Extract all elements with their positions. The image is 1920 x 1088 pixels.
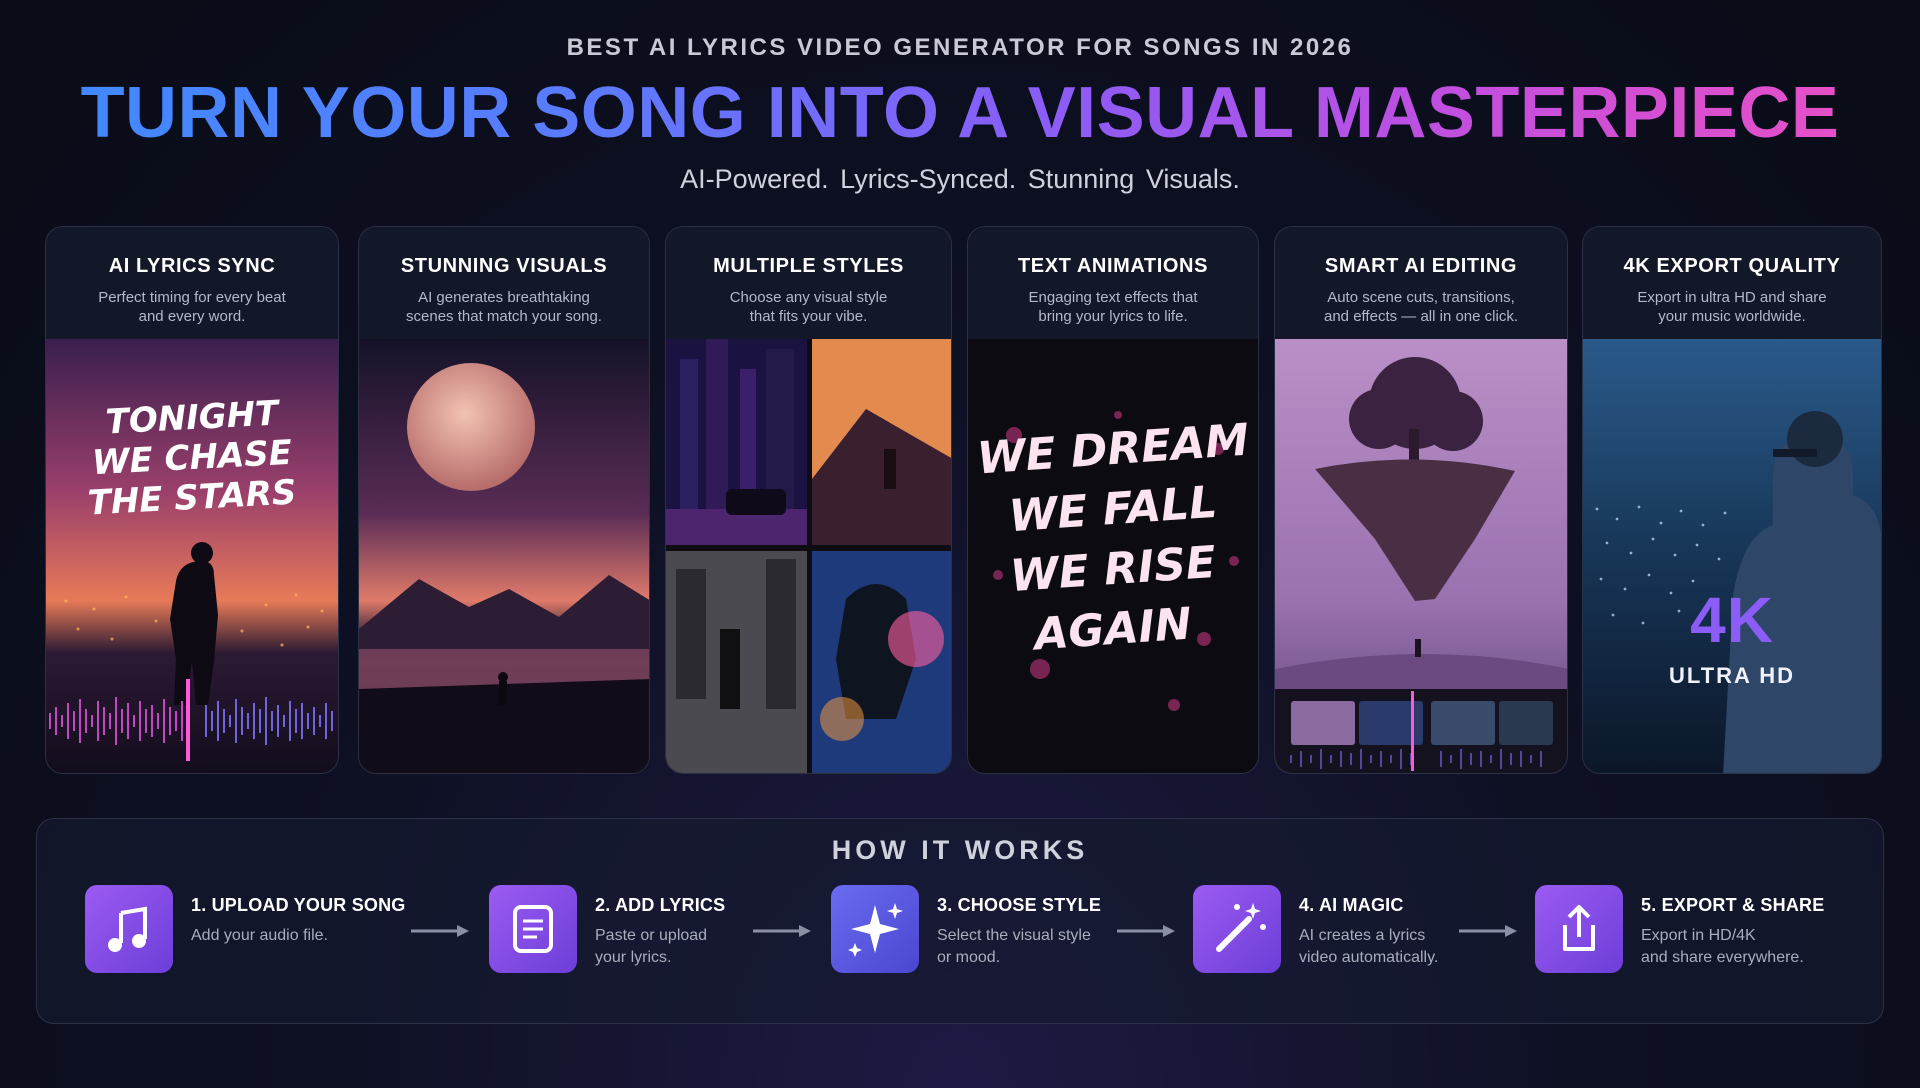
card-header: SMART AI EDITING Auto scene cuts, transi… [1275,227,1567,339]
step-title: 1. UPLOAD YOUR SONG [191,895,406,915]
step-4-icon-tile [1193,885,1281,973]
step-description: Export in HD/4K and share everywhere. [1641,925,1841,969]
card-desc-line: bring your lyrics to life. [1038,308,1188,325]
card-description: Auto scene cuts, transitions, and effect… [1275,288,1567,326]
step-desc-line: video automatically. [1299,949,1439,966]
step-title: 3. CHOOSE STYLE [937,895,1102,915]
step-desc-line: Export in HD/4K [1641,927,1756,944]
step-desc-line: your lyrics. [595,949,672,966]
card-desc-line: and every word. [138,308,246,325]
moon-lake-image [359,339,649,773]
card-desc-line: AI generates breathtaking [418,289,590,306]
step-description: Add your audio file. [191,925,391,947]
card-description: Engaging text effects that bring your ly… [968,288,1258,326]
step-desc-line: Select the visual style [937,927,1091,944]
4k-badge: 4K [1690,584,1774,656]
step-title: 5. EXPORT & SHARE [1641,895,1825,915]
arrow-right-icon [753,925,811,937]
sparkles-icon [848,903,903,957]
card-desc-line: Engaging text effects that [1028,289,1198,306]
card-title: TEXT ANIMATIONS [1017,255,1209,277]
arrow-right-icon [1459,925,1517,937]
step-title: 2. ADD LYRICS [595,895,726,915]
feature-card-stunning-visuals: STUNNING VISUALS AI generates breathtaki… [358,226,650,774]
step-desc-line: or mood. [937,949,1001,966]
playhead [186,679,190,761]
moon [407,363,535,491]
feature-card-text-animations: TEXT ANIMATIONS Engaging text effects th… [967,226,1259,774]
feature-card-smart-ai-editing: SMART AI EDITING Auto scene cuts, transi… [1274,226,1568,774]
card-description: Export in ultra HD and share your music … [1583,288,1881,326]
feature-card-lyrics-sync: AI LYRICS SYNC Perfect timing for every … [45,226,339,774]
ultra-hd-label: ULTRA HD [1669,663,1795,688]
feature-card-multiple-styles: MULTIPLE STYLES Choose any visual style … [665,226,952,774]
sunset-city-image: TONIGHT WE CHASE THE STARS [46,339,338,773]
audio-waveform [49,679,333,761]
floating-island-image [1275,339,1567,773]
card-desc-line: Choose any visual style [729,289,888,306]
card-description: Perfect timing for every beat and every … [46,288,338,326]
timeline-playhead [1411,691,1414,771]
arrow-right-icon [1117,925,1175,937]
card-description: Choose any visual style that fits your v… [666,288,951,326]
card-title: MULTIPLE STYLES [713,255,904,277]
feature-card-4k-export: 4K EXPORT QUALITY Export in ultra HD and… [1582,226,1882,774]
document-icon [513,905,553,953]
tagline: AI-Powered. Lyrics-Synced. Stunning Visu… [680,164,1240,194]
share-upload-icon [1563,905,1595,951]
how-it-works-panel: HOW IT WORKS 1. UPLOAD YOUR SONG Add you… [36,818,1884,1024]
card-header: STUNNING VISUALS AI generates breathtaki… [359,227,649,339]
brush-text-image: WE DREAM WE FALL WE RISE AGAIN [968,339,1258,773]
step-3-icon-tile [831,885,919,973]
eyebrow-text: BEST AI LYRICS VIDEO GENERATOR FOR SONGS… [566,34,1354,61]
step-1-icon-tile [85,885,173,973]
card-header: AI LYRICS SYNC Perfect timing for every … [46,227,338,339]
headline: TURN YOUR SONG INTO A VISUAL MASTERPIECE [0,72,1920,154]
step-title: 4. AI MAGIC [1299,895,1404,915]
step-2-icon-tile [489,885,577,973]
card-title: STUNNING VISUALS [400,255,608,277]
card-title: SMART AI EDITING [1324,255,1518,277]
style-grid-images [666,339,951,773]
card-desc-line: Perfect timing for every beat [98,289,286,306]
concert-singer-image: 4K ULTRA HD [1583,339,1881,773]
card-desc-line: scenes that match your song. [406,308,602,325]
magic-wand-icon [1216,903,1266,952]
card-header: MULTIPLE STYLES Choose any visual style … [666,227,951,339]
card-desc-line: your music worldwide. [1658,308,1806,325]
card-desc-line: that fits your vibe. [749,308,868,325]
card-header: TEXT ANIMATIONS Engaging text effects th… [968,227,1258,339]
how-it-works-title: HOW IT WORKS [831,835,1089,865]
step-desc-line: and share everywhere. [1641,949,1804,966]
card-desc-line: Auto scene cuts, transitions, [1327,289,1515,306]
step-description: Select the visual style or mood. [937,925,1137,969]
card-title: AI LYRICS SYNC [108,255,276,277]
card-desc-line: Export in ultra HD and share [1637,289,1827,306]
step-desc-line: Add your audio file. [191,927,328,944]
step-5-icon-tile [1535,885,1623,973]
card-title: 4K EXPORT QUALITY [1623,255,1841,277]
card-header: 4K EXPORT QUALITY Export in ultra HD and… [1583,227,1881,339]
music-note-icon [108,906,147,952]
arrow-right-icon [411,925,469,937]
card-description: AI generates breathtaking scenes that ma… [359,288,649,326]
card-desc-line: and effects — all in one click. [1324,308,1518,325]
